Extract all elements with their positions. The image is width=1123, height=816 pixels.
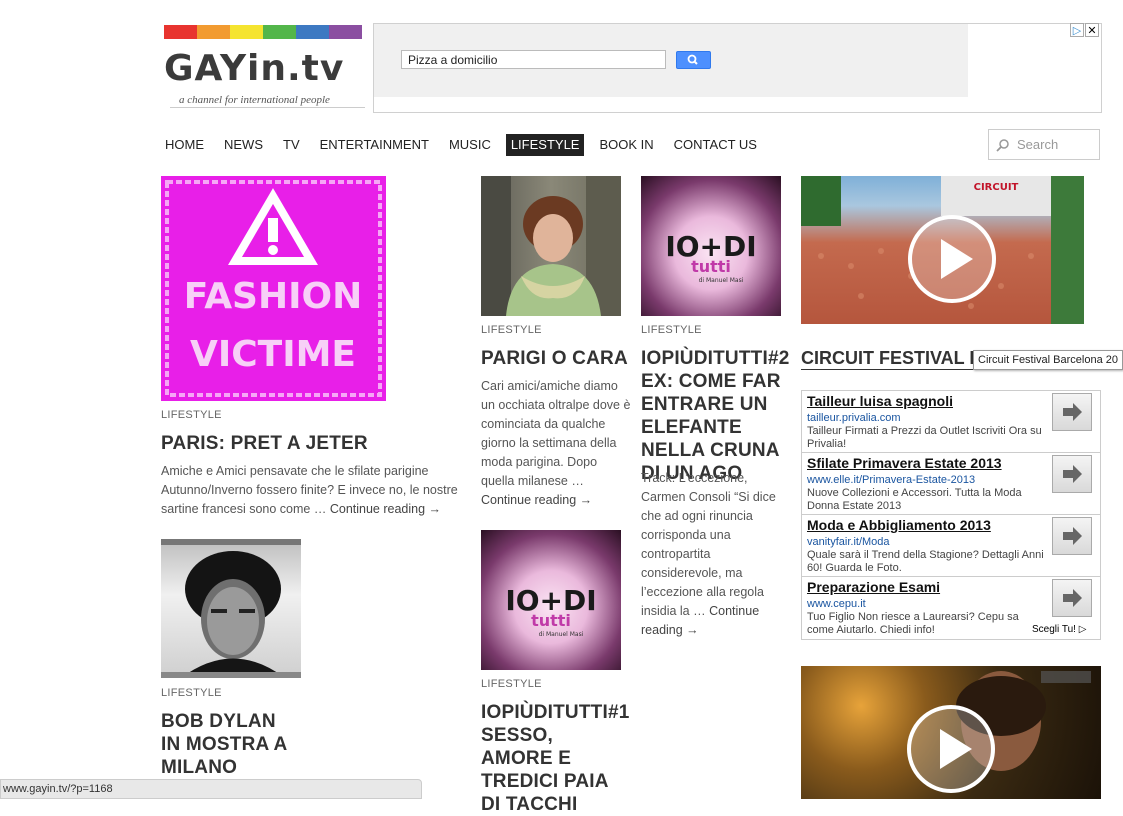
post-category[interactable]: LIFESTYLE xyxy=(481,324,542,336)
nav-item-music[interactable]: MUSIC xyxy=(444,134,496,156)
continue-reading-link[interactable]: Continue reading → xyxy=(330,502,441,516)
video-thumbnail-circuit[interactable]: CIRCUIT xyxy=(801,176,1084,324)
play-icon[interactable] xyxy=(906,704,996,794)
text-ad[interactable]: Moda e Abbigliamento 2013 vanityfair.it/… xyxy=(802,515,1100,577)
ad-choices[interactable]: ▷ ✕ xyxy=(1070,23,1100,38)
ad-description: Nuove Collezioni e Accessori. Tutta la M… xyxy=(807,487,1022,512)
arrow-right-icon[interactable] xyxy=(1052,517,1092,555)
post-category[interactable]: LIFESTYLE xyxy=(161,687,222,699)
image-text-fashion: FASHION xyxy=(184,276,363,317)
nav-item-news[interactable]: NEWS xyxy=(219,134,268,156)
arrow-right-icon[interactable] xyxy=(1052,579,1092,617)
ad-description: Tailleur Firmati a Prezzi da Outlet Iscr… xyxy=(807,425,1042,450)
post-category[interactable]: LIFESTYLE xyxy=(641,324,702,336)
post-title[interactable]: BOB DYLAN IN MOSTRA A MILANO xyxy=(161,710,291,779)
image-text-author: di Manuel Masi xyxy=(699,277,744,284)
ad-url[interactable]: www.elle.it/Primavera-Estate-2013 xyxy=(807,474,975,486)
text-ads-block: Tailleur luisa spagnoli tailleur.privali… xyxy=(801,390,1101,640)
ad-search-button[interactable] xyxy=(676,51,711,69)
logo-rainbow-bar xyxy=(164,25,362,39)
video-tooltip: Circuit Festival Barcelona 20 xyxy=(973,350,1123,370)
nav-item-tv[interactable]: TV xyxy=(278,134,305,156)
post-excerpt-text: Track: L’eccezione, Carmen Consoli “Si d… xyxy=(641,471,776,618)
site-tagline: a channel for international people xyxy=(179,94,330,106)
post-image-iopiudituttti-2[interactable]: IO+DI tutti di Manuel Masi xyxy=(641,176,781,316)
ad-url[interactable]: tailleur.privalia.com xyxy=(807,412,901,424)
iodi-logo-graphic: IO+DI tutti di Manuel Masi xyxy=(665,230,756,284)
continue-reading-link[interactable]: Continue reading → xyxy=(481,493,592,507)
ad-title[interactable]: Sfilate Primavera Estate 2013 xyxy=(807,455,1002,471)
image-text-tutti: tutti xyxy=(691,257,731,276)
close-icon[interactable]: ✕ xyxy=(1085,23,1099,37)
ad-description: Tuo Figlio Non riesce a Laurearsi? Cepu … xyxy=(807,611,1019,636)
ad-description: Quale sarà il Trend della Stagione? Dett… xyxy=(807,549,1044,574)
nav-item-lifestyle[interactable]: LIFESTYLE xyxy=(505,134,585,156)
ads-choice-text[interactable]: Scegli Tu! xyxy=(1032,624,1076,635)
ad-title[interactable]: Moda e Abbigliamento 2013 xyxy=(807,517,991,533)
fashion-victime-graphic: FASHION VICTIME xyxy=(165,180,382,397)
main-nav: HOME NEWS TV ENTERTAINMENT MUSIC LIFESTY… xyxy=(160,134,772,156)
arrow-right-icon[interactable] xyxy=(1052,455,1092,493)
ad-search-input[interactable]: Pizza a domicilio xyxy=(401,50,666,69)
post-image-fashion-victime[interactable]: FASHION VICTIME xyxy=(161,176,386,401)
image-text-author: di Manuel Masi xyxy=(539,631,584,638)
post-image-parigi[interactable] xyxy=(481,176,621,316)
woman-photo xyxy=(481,176,621,316)
banner-text: CIRCUIT xyxy=(974,182,1019,193)
post-image-iopiudituttti-1[interactable]: IO+DI tutti di Manuel Masi xyxy=(481,530,621,670)
site-logo[interactable]: GAYin.tv xyxy=(164,48,344,89)
video-thumbnail-2[interactable] xyxy=(801,666,1101,799)
search-icon xyxy=(687,54,698,65)
video-title[interactable]: CIRCUIT FESTIVAL BAR xyxy=(801,348,973,370)
nav-item-home[interactable]: HOME xyxy=(160,134,209,156)
browser-status-bar: www.gayin.tv/?p=1168 xyxy=(0,779,422,799)
post-title[interactable]: PARIS: PRET A JETER xyxy=(161,432,461,455)
post-title[interactable]: PARIGI O CARA xyxy=(481,347,631,370)
post-excerpt-text: Cari amici/amiche diamo un occhiata oltr… xyxy=(481,379,631,488)
arrow-right-icon[interactable] xyxy=(1052,393,1092,431)
ad-title[interactable]: Preparazione Esami xyxy=(807,579,940,595)
text-ad[interactable]: Sfilate Primavera Estate 2013 www.elle.i… xyxy=(802,453,1100,515)
logo-divider xyxy=(170,107,365,108)
nav-item-book-in[interactable]: BOOK IN xyxy=(594,134,658,156)
post-category[interactable]: LIFESTYLE xyxy=(161,409,222,421)
post-category[interactable]: LIFESTYLE xyxy=(481,678,542,690)
search-icon xyxy=(996,139,1009,152)
ad-url[interactable]: vanityfair.it/Moda xyxy=(807,536,890,548)
image-text-victime: VICTIME xyxy=(190,334,356,375)
play-icon[interactable] xyxy=(907,214,997,304)
image-text-tutti: tutti xyxy=(531,611,571,630)
ads-choice-label[interactable]: Scegli Tu! ▷ xyxy=(1030,623,1089,636)
portrait-photo xyxy=(161,539,301,678)
post-title[interactable]: IOPIÙDITUTTI#2 EX: COME FAR ENTRARE UN E… xyxy=(641,347,791,485)
iodi-logo-graphic: IO+DI tutti di Manuel Masi xyxy=(505,584,596,638)
post-image-bob-dylan[interactable] xyxy=(161,539,301,678)
nav-item-contact-us[interactable]: CONTACT US xyxy=(669,134,762,156)
post-excerpt: Cari amici/amiche diamo un occhiata oltr… xyxy=(481,377,633,510)
ad-url[interactable]: www.cepu.it xyxy=(807,598,866,610)
nav-item-entertainment[interactable]: ENTERTAINMENT xyxy=(315,134,434,156)
post-excerpt: Track: L’eccezione, Carmen Consoli “Si d… xyxy=(641,469,786,640)
ad-info-icon[interactable]: ▷ xyxy=(1070,23,1084,37)
play-small-icon: ▷ xyxy=(1078,624,1087,635)
text-ad[interactable]: Tailleur luisa spagnoli tailleur.privali… xyxy=(802,391,1100,453)
ad-title[interactable]: Tailleur luisa spagnoli xyxy=(807,393,953,409)
post-excerpt: Amiche e Amici pensavate che le sfilate … xyxy=(161,462,466,519)
